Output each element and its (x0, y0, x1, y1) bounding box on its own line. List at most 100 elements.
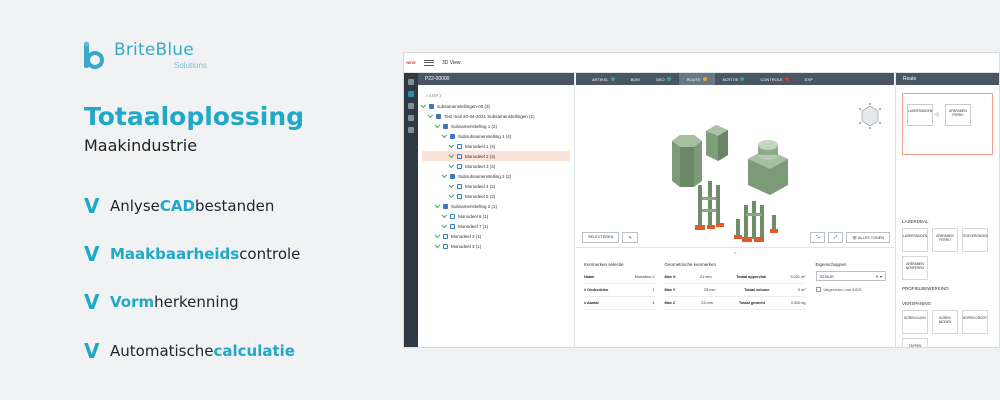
step-back-link[interactable]: < STEP 3 (426, 94, 441, 98)
property-row: Naam Monodeel 2 (584, 271, 655, 284)
part-icon (443, 233, 448, 239)
tree-item[interactable]: Monodeel 4 (2) (422, 181, 570, 191)
tab-notitie[interactable]: NOTITIE (715, 73, 753, 85)
tree-item[interactable]: Monodeel 6 (1) (422, 211, 570, 221)
route-panel: Route LASERSNIJDEN ⊙ AFBRAMEN FERRO LASE… (895, 73, 999, 347)
assembly-icon (443, 123, 448, 129)
check-icon (441, 132, 448, 139)
tree-item[interactable]: Monodeel 3 (4) (422, 161, 570, 171)
part-icon (457, 163, 462, 169)
tab-bar: ARTIKEL BOM GEO ROUTE NOTITIE CONTROLE EXP (576, 73, 894, 85)
check-icon (448, 182, 455, 189)
operation-tile[interactable]: BOREN KLEIN (902, 310, 928, 334)
app-title: 3D View (442, 59, 461, 66)
route-canvas[interactable]: LASERSNIJDEN ⊙ AFBRAMEN FERRO (902, 93, 993, 155)
operation-tile[interactable]: BOREN MIDDEN (932, 310, 958, 334)
route-header: Route (896, 73, 999, 85)
status-dot-icon (610, 77, 615, 81)
status-dot-icon (784, 77, 789, 81)
tree-item[interactable]: Monodeel 3 (1) (422, 231, 570, 241)
assembly-tree: < STEP 3 subsamenstellingen-00 (3) Test m… (418, 85, 574, 257)
tree-item[interactable]: Subsamenstelling 1 (2) (422, 121, 570, 131)
document-icon[interactable] (408, 103, 414, 109)
exclude-checkbox[interactable]: Uitgesloten van AIDS (815, 287, 887, 292)
tab-geo[interactable]: GEO (648, 73, 679, 85)
route-node[interactable]: LASERSNIJDEN (907, 104, 933, 126)
folder-icon[interactable] (408, 91, 414, 97)
operation-tile[interactable]: TAPPEN (902, 338, 928, 347)
status-dot-icon (702, 77, 707, 81)
check-icon (441, 222, 448, 229)
properties-panel: ^ Kenmerken selectie Naam Monodeel 2 # Ond… (576, 248, 894, 314)
tree-item[interactable]: Monodeel 5 (2) (422, 191, 570, 201)
part-icon (457, 143, 462, 149)
feature-item: V Maakbaarheids controle (84, 242, 301, 266)
section-title[interactable]: PROFIELBEWERKING (902, 286, 993, 291)
check-v-icon: V (84, 290, 100, 314)
operation-tile[interactable]: AFBRAMEN NOHFERRO (902, 256, 928, 280)
tree-item[interactable]: Test mail 20-04-2021 Subsamenstellingen … (422, 111, 570, 121)
section-title[interactable]: LASERDEAL (902, 219, 993, 224)
viewer-panel: ARTIKEL BOM GEO ROUTE NOTITIE CONTROLE EXP (576, 73, 894, 347)
home-icon[interactable] (408, 79, 414, 85)
structure-panel: P22-00000 < STEP 3 subsamenstellingen-00… (418, 73, 575, 347)
geometric-properties: Geometrische kenmerken Max X 21 mm Totaal … (664, 262, 806, 310)
part-icon (450, 213, 455, 219)
check-icon (434, 242, 441, 249)
tree-item[interactable]: subsamenstellingen-00 (3) (420, 101, 570, 111)
tab-bom[interactable]: BOM (623, 73, 648, 85)
menu-icon[interactable] (424, 58, 434, 67)
tab-exp[interactable]: EXP (797, 73, 821, 85)
part-icon (457, 183, 462, 189)
tree-item[interactable]: Monodeel 3 (1) (422, 241, 570, 251)
check-icon (420, 102, 427, 109)
check-icon (448, 152, 455, 159)
route-node[interactable]: AFBRAMEN FERRO (945, 104, 971, 126)
check-icon (441, 212, 448, 219)
3d-viewport[interactable]: SELECTEREN ✎ ⤡ ⤢ 👁 ALLES TONEN (576, 85, 894, 248)
collapse-toggle[interactable]: ^ (584, 252, 886, 258)
operation-tile[interactable]: SOEVERIJNGEN (962, 228, 988, 252)
app-topbar: NEW 3D View (404, 53, 999, 73)
project-number: P22-00000 (418, 73, 574, 85)
operation-tile[interactable]: LASERSNIJDEN (902, 228, 928, 252)
edit-pencil-icon[interactable]: ✎ (622, 232, 638, 243)
select-button[interactable]: SELECTEREN (582, 232, 620, 243)
tab-controle[interactable]: CONTROLE (752, 73, 796, 85)
tree-item[interactable]: Subsubsamenstelling 2 (2) (422, 171, 570, 181)
logout-icon[interactable] (408, 127, 414, 133)
check-v-icon: V (84, 339, 100, 363)
route-arrow-icon: ⊙ (935, 112, 940, 118)
assembly-icon (450, 133, 455, 139)
app-logo[interactable]: NEW (404, 53, 418, 73)
feature-item: V Vorm herkenning (84, 290, 239, 314)
assembly-icon (443, 203, 448, 209)
app-window: NEW 3D View P22-00000 < STEP 3 subsamens… (403, 52, 1000, 348)
side-rail (404, 73, 418, 347)
assembly-icon (429, 103, 434, 109)
assembly-icon (450, 173, 455, 179)
property-row: Max Z 23 mm Totaal gewicht 0.000 kg (664, 297, 806, 310)
operation-tile[interactable]: AFBRAMEN FERRO (932, 228, 958, 252)
tab-route[interactable]: ROUTE (678, 73, 715, 85)
tab-artikel[interactable]: ARTIKEL (584, 73, 623, 85)
operation-tile[interactable]: BOREN GROOT (962, 310, 988, 334)
tree-item[interactable]: Monodeel 1 (4) (422, 141, 570, 151)
check-v-icon: V (84, 242, 100, 266)
briteblue-logo-icon (82, 40, 108, 70)
tree-item[interactable]: Subsubsamenstelling 1 (4) (422, 131, 570, 141)
headline: Totaaloplossing (84, 102, 305, 131)
part-icon (457, 153, 462, 159)
tree-item[interactable]: Monodeel 7 (1) (422, 221, 570, 231)
settings-icon[interactable] (408, 115, 414, 121)
explode-view-icon[interactable]: ⤢ (828, 232, 844, 243)
show-all-button[interactable]: 👁 ALLES TONEN (846, 232, 890, 243)
check-icon (434, 122, 441, 129)
material-select[interactable]: S235JR ✕ ▾ (815, 271, 886, 281)
fit-view-icon[interactable]: ⤡ (810, 232, 826, 243)
tree-item[interactable]: Subsamenstelling 2 (1) (422, 201, 570, 211)
tree-item[interactable]: Monodeel 2 (4) (422, 151, 570, 161)
part-icon (457, 193, 462, 199)
check-icon (448, 162, 455, 169)
section-title[interactable]: VERSPANING (902, 301, 993, 306)
